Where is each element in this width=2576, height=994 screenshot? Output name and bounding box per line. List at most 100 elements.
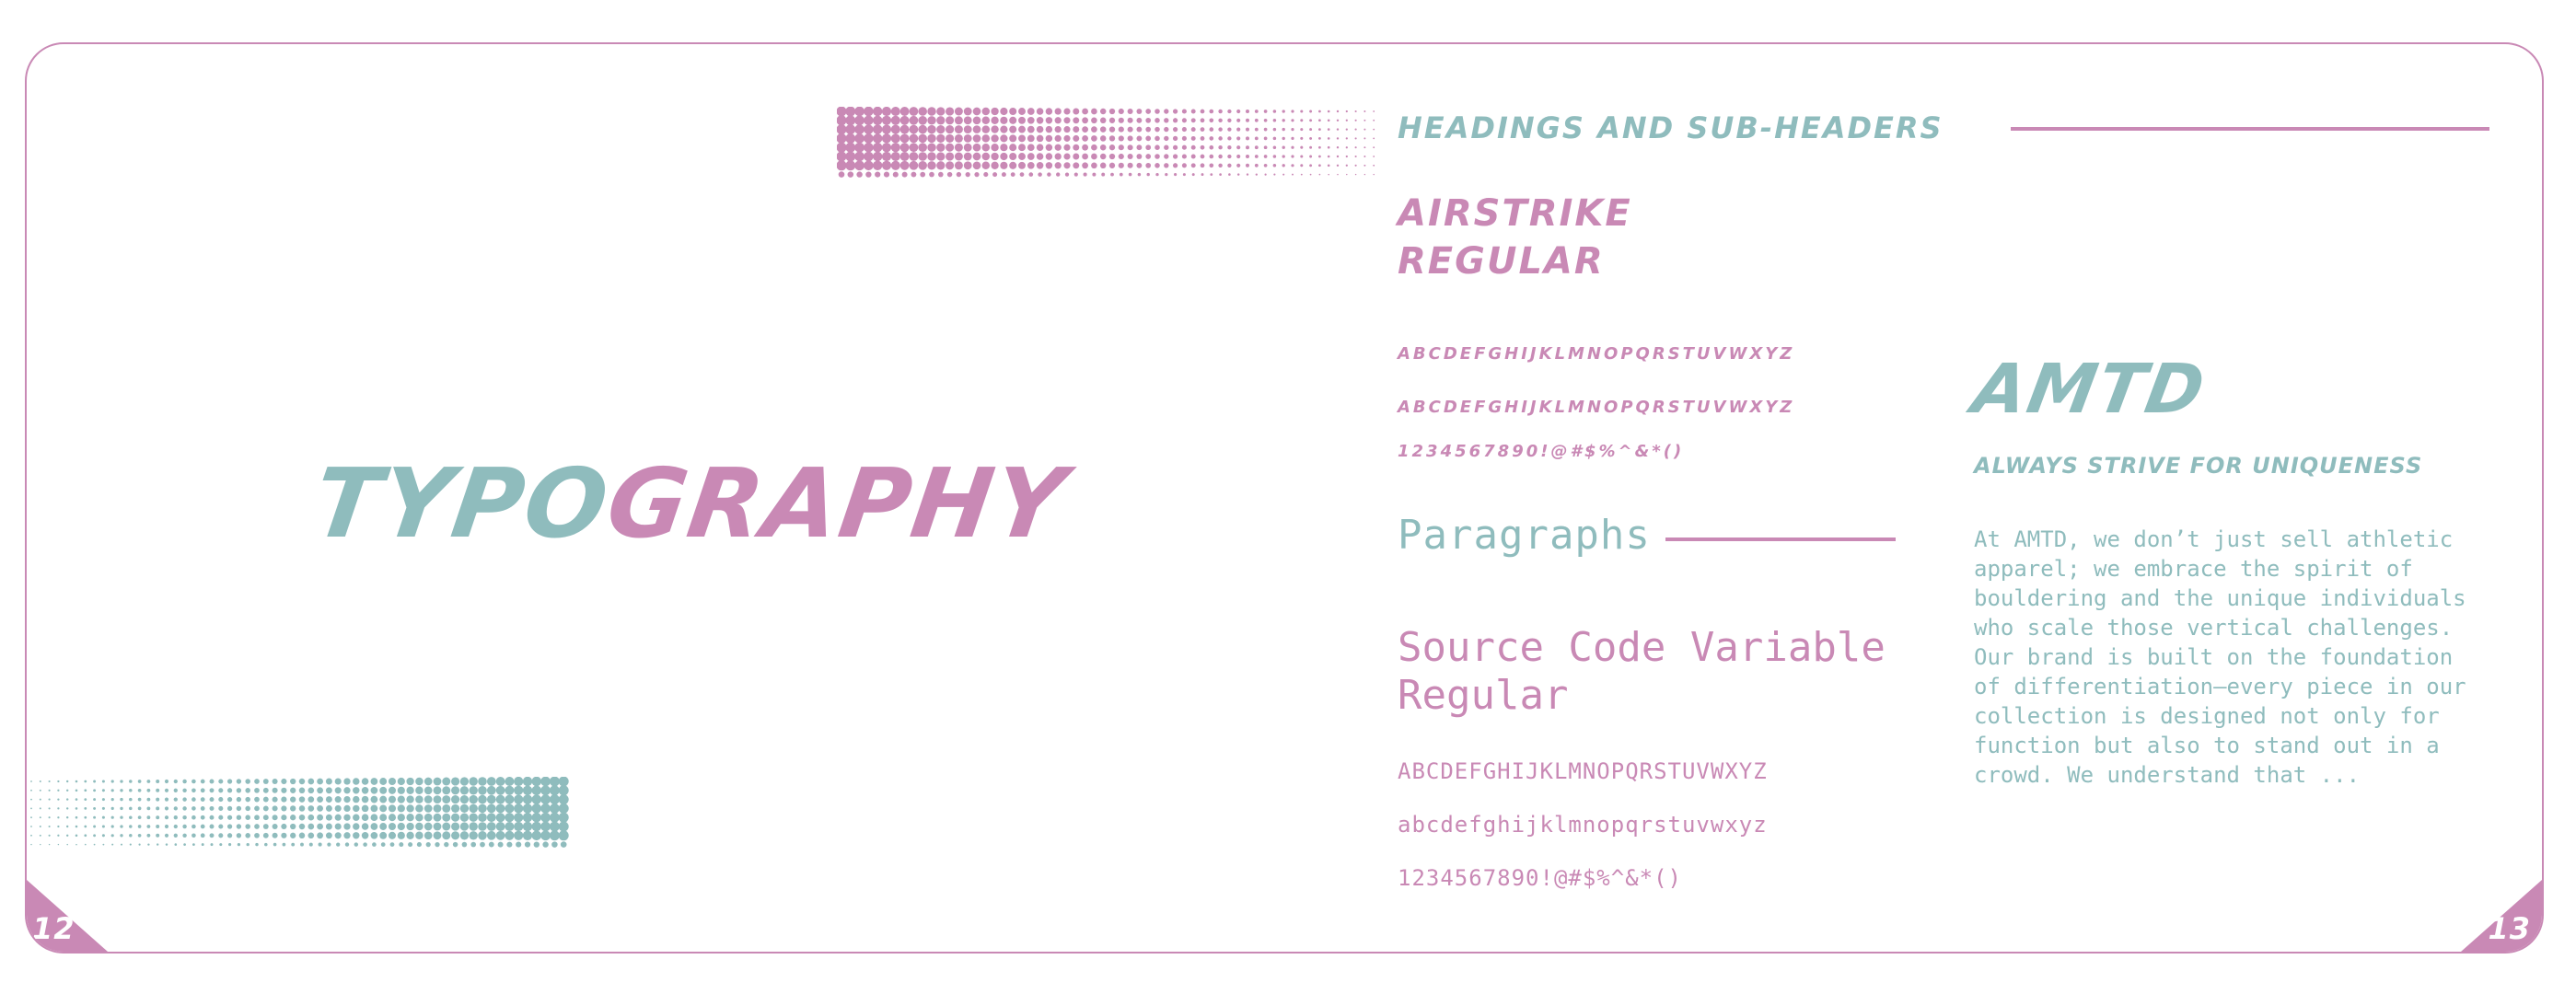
halftone-dot: [336, 842, 341, 847]
halftone-dot: [406, 814, 414, 822]
halftone-dot: [424, 777, 433, 786]
halftone-dot: [200, 815, 205, 820]
halftone-dot: [936, 124, 946, 134]
halftone-dot: [433, 803, 442, 813]
halftone-dot: [1309, 173, 1312, 176]
halftone-dot: [388, 777, 397, 786]
halftone-dot: [75, 815, 78, 819]
halftone-dot: [146, 780, 151, 783]
halftone-dot: [1155, 109, 1160, 114]
halftone-dot: [182, 815, 187, 820]
halftone-dot: [30, 807, 32, 810]
halftone-dot: [298, 778, 306, 785]
halftone-dot: [397, 804, 405, 813]
halftone-dot: [972, 107, 981, 116]
halftone-dot: [1254, 155, 1259, 158]
halftone-dot: [424, 786, 433, 795]
halftone-dot: [1218, 154, 1223, 159]
halftone-dot: [452, 841, 458, 848]
halftone-dot: [936, 161, 946, 170]
halftone-dot: [1172, 135, 1178, 142]
halftone-dot: [40, 843, 41, 846]
halftone-dot: [182, 788, 187, 793]
halftone-dot: [1291, 145, 1294, 149]
halftone-dot: [514, 813, 524, 823]
halftone-dot: [901, 171, 908, 178]
halftone-dot: [444, 841, 449, 848]
halftone-dot: [1318, 119, 1321, 122]
halftone-dot: [65, 780, 69, 783]
halftone-dot: [881, 124, 892, 134]
halftone-dot: [946, 152, 955, 161]
halftone-dot: [461, 841, 468, 848]
halftone-dot: [1091, 108, 1097, 115]
halftone-dot: [307, 778, 315, 785]
halftone-dot: [1108, 126, 1116, 133]
halftone-dot: [1246, 127, 1249, 132]
halftone-dot: [1110, 172, 1114, 177]
halftone-dot: [514, 803, 524, 814]
halftone-dot: [325, 832, 332, 839]
halftone-dot: [1327, 110, 1330, 113]
halftone-dot: [57, 807, 60, 810]
halftone-dot: [899, 152, 910, 161]
halftone-dot: [164, 815, 169, 820]
halftone-dot: [57, 816, 60, 819]
halftone-dot: [1099, 162, 1107, 169]
halftone-dot: [65, 815, 69, 819]
halftone-dot: [39, 798, 41, 801]
halftone-dot: [1255, 173, 1258, 176]
halftone-dot: [881, 115, 892, 125]
halftone-dot: [1291, 155, 1294, 158]
halftone-dot: [873, 107, 883, 117]
halftone-dot: [1063, 162, 1071, 169]
halftone-dot: [927, 143, 936, 152]
halftone-dot: [1118, 117, 1124, 123]
halftone-dot: [236, 779, 242, 784]
halftone-dot: [361, 832, 369, 839]
halftone-dot: [1336, 110, 1340, 113]
halftone-dot: [1108, 144, 1116, 151]
halftone-dot: [899, 115, 910, 125]
halftone-dot: [890, 124, 900, 134]
halftone-dot: [48, 816, 51, 819]
halftone-dot: [1209, 154, 1214, 159]
halftone-dot: [1300, 128, 1304, 132]
halftone-dot: [237, 842, 241, 847]
halftone-dot: [1118, 144, 1124, 151]
halftone-dot: [1309, 145, 1313, 149]
halftone-dot: [469, 803, 478, 814]
halftone-dot: [1354, 155, 1357, 158]
halftone-dot: [936, 143, 946, 152]
halftone-dot: [1082, 144, 1088, 151]
halftone-dot: [1236, 118, 1241, 122]
halftone-dot: [48, 789, 51, 792]
halftone-dot: [442, 831, 451, 840]
halftone-dot: [120, 789, 123, 792]
halftone-dot: [1363, 110, 1366, 112]
halftone-dot: [1027, 161, 1035, 169]
halftone-dot: [531, 777, 542, 787]
halftone-dot: [1038, 172, 1042, 177]
halftone-dot: [110, 834, 114, 838]
halftone-dot: [209, 779, 215, 784]
halftone-dot: [182, 806, 187, 811]
halftone-dot: [1254, 163, 1259, 168]
halftone-dot: [129, 780, 133, 783]
halftone-dot: [433, 777, 442, 786]
halftone-dot: [245, 833, 250, 838]
halftone-dot: [191, 779, 196, 784]
halftone-dot: [1000, 152, 1008, 161]
halftone-dot: [1172, 144, 1178, 150]
halftone-dot: [991, 152, 999, 161]
halftone-dot: [1054, 125, 1062, 133]
halftone-dot: [881, 133, 892, 144]
halftone-dot: [1354, 146, 1357, 149]
halftone-dot: [236, 805, 242, 812]
halftone-dot: [892, 171, 899, 178]
halftone-dot: [1045, 117, 1053, 124]
halftone-dot: [531, 785, 542, 796]
halftone-dot: [218, 805, 224, 811]
halftone-dot: [873, 124, 883, 134]
halftone-dot: [469, 794, 478, 804]
